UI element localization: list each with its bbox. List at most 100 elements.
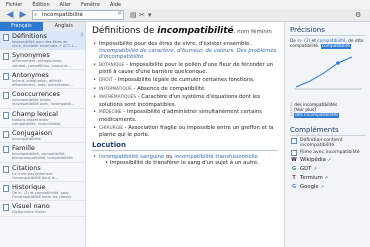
link-label: Wikipédia — [300, 156, 326, 163]
document-icon — [3, 165, 9, 173]
sidebar-item-title: Visuel nano — [12, 202, 50, 211]
definition-example: Incompatibilité de caractère, d'humeur, … — [99, 47, 277, 61]
document-icon — [3, 92, 9, 100]
menu-bar: Fichier Édition Aller Fenêtre Aide — [0, 0, 370, 9]
right-panel: Précisions De in- (2) et compatibilité, … — [284, 22, 370, 247]
definition-item: INFORMATIQUE - Absence de compatibilité. — [92, 86, 278, 94]
search-value: incompatibilité — [42, 12, 83, 18]
definition-text: - Association fragile ou impossible entr… — [99, 124, 274, 139]
sidebar-item-desc: l'incompatibilité dans le... — [12, 175, 59, 180]
document-icon — [3, 185, 9, 193]
wikipedia-icon: W — [291, 156, 297, 163]
sidebar-item-synonymes[interactable]: Synonymes affrontement, antagonisme, com… — [0, 50, 85, 70]
forward-arrow-icon[interactable]: ▶ — [17, 10, 29, 20]
sidebar-item-definitions[interactable]: Définitions Impossibilité pour des êtres… — [0, 31, 85, 51]
sidebar-item-title: Synonymes — [12, 51, 50, 60]
precision-text: De in- (2) et compatibilité, de ette com… — [290, 39, 365, 49]
sidebar-item-visuel-nano[interactable]: Visuel nano Dictionnaire Visuel — [0, 201, 85, 217]
sidebar-item-conjugaison[interactable]: Conjugaison incompatibilités — [0, 128, 85, 144]
precisions-title: Précisions — [290, 26, 365, 36]
gdt-icon: G — [291, 165, 297, 172]
book-icon[interactable]: ▤ — [130, 11, 137, 19]
complement-rime[interactable]: Rime avec incompatibilité — [290, 149, 365, 156]
definition-text: - Impossibilité légale de cumuler certai… — [114, 76, 255, 83]
sidebar-item-historique[interactable]: Historique De in- (2) et compatibilité, … — [0, 182, 85, 202]
toolbar: ◀ ▶ ⌕ incompatibilité ✕ ▤ ✂ ▾ ⚙ — [0, 9, 370, 22]
definition-domain: MÉDECINE — [99, 110, 122, 116]
locution-item: incompatibilité sanguine ou incompatibil… — [92, 154, 278, 161]
sidebar-item-desc: compatibilité, inconciliable, — [12, 121, 62, 126]
definition-text: - Impossibilité pour le pollen d'une fle… — [99, 61, 274, 76]
menu-item-edition[interactable]: Édition — [32, 2, 49, 8]
locution-link[interactable]: incompatibilité transfusionnelle — [174, 154, 258, 160]
locution-title: Locution — [92, 141, 278, 151]
termium-icon: T — [292, 174, 296, 181]
sidebar-item-desc: incompatibilité avec, incompatib... — [12, 102, 75, 107]
tab-anglais[interactable]: Anglais — [42, 22, 85, 31]
precision-list-item: 3 des incompatibilités — [290, 113, 365, 119]
sidebar-item-title: Conjugaison — [12, 129, 52, 138]
link-label: GDT — [300, 165, 312, 172]
menu-item-fenetre[interactable]: Fenêtre — [81, 2, 100, 8]
clear-icon[interactable]: ✕ — [117, 10, 122, 17]
headword-prefix: Définitions de — [92, 26, 155, 36]
definition-domain: INFORMATIQUE — [99, 86, 132, 92]
sidebar-item-desc: vivre, d'exister ensemble. • ACT. L... — [12, 44, 78, 49]
google-icon: G — [291, 183, 297, 190]
link-label: Google — [300, 183, 319, 190]
diagram-point — [336, 61, 340, 65]
sidebar-item-desc: combat, compétition, concurre... — [12, 63, 71, 68]
tab-francais[interactable]: Français — [0, 22, 43, 31]
sidebar-item-title: Citations — [12, 163, 41, 172]
link-wikipedia[interactable]: W Wikipédia ↗ — [290, 157, 365, 164]
sidebar-item-title: Famille — [12, 144, 35, 153]
search-input[interactable]: ⌕ incompatibilité — [32, 10, 124, 20]
definition-item: CHIRURGIE - Association fragile ou impos… — [92, 125, 278, 139]
sidebar-item-desc: incompatibilités — [12, 137, 41, 142]
headword-term: incompatibilité — [157, 26, 234, 36]
dictionary-icon[interactable]: ▾ — [148, 11, 152, 19]
external-link-icon: ↗ — [313, 166, 317, 172]
locution-definition-text: Impossibilité de transférer le sang d'un… — [109, 160, 259, 167]
document-icon — [3, 204, 9, 212]
definition-domain: CHIRURGIE — [99, 125, 123, 131]
menu-item-aide[interactable]: Aide — [110, 2, 121, 8]
search-icon: ⌕ — [34, 11, 38, 18]
menu-item-aller[interactable]: Aller — [60, 2, 71, 8]
sidebar-item-famille[interactable]: Famille incompatibilité, compatibilité, … — [0, 143, 85, 163]
precision-highlight: compatibilité — [320, 44, 351, 49]
settings-icon[interactable]: ⚙ — [355, 11, 361, 19]
complement-definition[interactable]: Définition contient incompatibilité — [290, 137, 365, 148]
rhyme-icon — [291, 149, 297, 156]
definition-item: MATHÉMATIQUES - Caractère d'un système d… — [92, 94, 278, 108]
precision-list: 1 des incompatibilités 2 [Voir plus] 3 d… — [290, 103, 365, 119]
complement-text: Définition contient incompatibilité — [300, 137, 343, 148]
definition-item: Impossibilité pour des êtres de vivre, d… — [92, 41, 278, 61]
back-arrow-icon[interactable]: ◀ — [4, 10, 16, 20]
scissors-icon[interactable]: ✂ — [139, 11, 145, 19]
definition-text: - Impossibilité d'administrer simultaném… — [99, 109, 262, 123]
definition-domain: BOTANIQUE — [99, 62, 125, 68]
precision-diagram — [294, 56, 362, 90]
document-icon — [3, 131, 9, 139]
document-icon — [3, 34, 9, 41]
link-termium[interactable]: T Termium ↗ — [290, 175, 365, 182]
precision-list-num: 3 — [290, 113, 293, 119]
sidebar-item-desc: bienscompatibilité, compatibilités — [12, 156, 73, 161]
sidebar-item-antonymes[interactable]: Antonymes accord, adéquation, affinité, … — [0, 70, 85, 90]
sidebar-item-count: 8 — [80, 32, 83, 37]
definition-item: MÉDECINE - Impossibilité d'administrer s… — [92, 109, 278, 123]
sidebar-item-citations[interactable]: Citations Ce n'est pas tellement l'incom… — [0, 163, 85, 183]
sidebar-item-title: Champ lexical — [12, 109, 58, 118]
sidebar-item-champ-lexical[interactable]: Champ lexical Notions essentielles compa… — [0, 109, 85, 129]
locution-link[interactable]: incompatibilité sanguine — [99, 154, 164, 160]
sidebar-item-title: Cooccurrences — [12, 90, 60, 99]
grammar-label: , nom féminin — [233, 29, 272, 35]
sidebar-item-title: Historique — [12, 183, 46, 192]
menu-item-fichier[interactable]: Fichier — [6, 2, 22, 8]
link-google[interactable]: G Google ↗ — [290, 184, 365, 191]
definition-domain: DROIT — [99, 77, 113, 83]
sidebar-item-cooccurrences[interactable]: Cooccurrences incompatibilité totale, in… — [0, 89, 85, 109]
link-gdt[interactable]: G GDT ↗ — [290, 166, 365, 173]
definition-item: BOTANIQUE - Impossibilité pour le pollen… — [92, 62, 278, 76]
